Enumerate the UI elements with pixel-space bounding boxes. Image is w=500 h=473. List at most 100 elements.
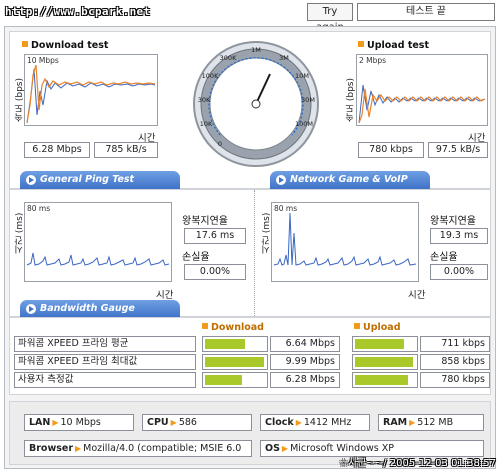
download-bar-fill [205,339,245,349]
orange-square-icon [358,41,364,47]
arrow-right-icon: ▶ [75,444,82,453]
download-bar-fill [205,357,265,367]
download-kbs-value: 785 kB/s [94,142,158,158]
arrow-right-icon: ▶ [52,418,59,427]
upload-bar-track [352,372,418,388]
orange-square-icon [202,323,208,329]
play-icon [26,304,36,314]
cpu-value: 586 [178,417,197,428]
ping-loss-value: 0.00% [184,264,246,280]
ping-latency-label: 왕복지연율 [182,216,228,227]
upload-bar-value: 858 kbps [420,354,490,370]
game-graph-line [273,212,417,266]
cpu-info: CPU ▶ 586 [142,414,252,431]
gauge-tick-10k: 10K [200,120,213,128]
play-icon [276,175,286,185]
bandwidth-upload-header: Upload [354,322,401,333]
section-divider [254,190,255,318]
speed-gauge: 0 10K 30K 100K 300K 1M 3M 10M 30M 100M [193,41,319,167]
tab-network-game[interactable]: Network Game & VoIP Test [270,171,430,203]
test-end-button[interactable]: 테스트 끝 [357,3,495,21]
game-xlabel: 시간 [408,290,426,301]
download-bar-track [202,336,268,352]
upload-title: Upload test [367,40,429,51]
download-bar-value: 6.28 Mbps [270,372,340,388]
upload-line-blue [358,84,486,124]
download-bar-fill [205,375,243,385]
clock-value: 1412 MHz [303,417,352,428]
gauge-tick-100k: 100K [202,72,219,80]
game-loss-label: 손실율 [430,252,458,263]
try-again-button[interactable]: Try again [307,3,353,33]
os-label: OS [265,443,280,454]
bandwidth-panel: Download Upload 파워콤 XPEED 프라임 평균 6.64 Mb… [9,317,491,395]
ram-value: 512 MB [417,417,454,428]
gauge-tick-30m: 30M [301,96,315,104]
download-bar-value: 9.99 Mbps [270,354,340,370]
download-title: Download test [31,40,109,51]
tab-general-ping-label: General Ping Test [40,174,135,185]
orange-square-icon [354,323,360,329]
site-url: http://www.bcpark.net [5,5,151,18]
gauge-tick-10m: 10M [295,72,309,80]
speed-test-frame: Download test 속도 (bps) 10 Mbps 시간 6.28 M… [4,26,496,469]
arrow-right-icon: ▶ [409,418,416,427]
lan-value: 10 Mbps [60,417,101,428]
gauge-tick-30k: 30K [198,96,211,104]
bandwidth-row-user: 사용자 측정값 6.28 Mbps 780 kbps [14,372,496,388]
ping-xlabel: 시간 [156,290,174,301]
game-loss-value: 0.00% [430,264,488,280]
capture-timestamp: ☆사군~~/ 2005-12-03 01:38:57 [339,458,496,469]
ram-label: RAM [383,417,408,428]
game-latency-value: 19.3 ms [430,228,488,244]
upload-graph: 2 Mbps [356,54,488,126]
gauge-tick-100m: 100M [295,120,313,128]
tab-general-ping[interactable]: General Ping Test [20,171,180,189]
download-bar-value: 6.64 Mbps [270,336,340,352]
clock-label: Clock [265,417,294,428]
bandwidth-row-name: 파워콤 XPEED 프라임 평균 [14,336,196,352]
os-value: Microsoft Windows XP [290,443,394,454]
ping-graph: 80 ms [24,202,172,282]
game-latency-label: 왕복지연율 [430,216,476,227]
download-bar-track [202,354,268,370]
ping-panel: 시간 (ms) 80 ms 시간 왕복지연율 17.6 ms 손실율 0.00%… [9,189,491,318]
game-graph: 80 ms [271,202,419,282]
browser-label: Browser [29,443,74,454]
bandwidth-row-name: 파워콤 XPEED 프라임 최대값 [14,354,196,370]
arrow-right-icon: ▶ [281,444,289,453]
gauge-tick-0: 0 [218,140,222,148]
upload-bar-fill [355,357,414,367]
lan-info: LAN ▶ 10 Mbps [24,414,134,431]
arrow-right-icon: ▶ [295,418,302,427]
ping-graph-line [26,252,170,266]
download-legend: Download test [22,40,108,51]
download-graph: 10 Mbps [24,54,158,126]
download-graph-lines [26,64,156,124]
upload-bar-value: 780 kbps [420,372,490,388]
speed-panel: Download test 속도 (bps) 10 Mbps 시간 6.28 M… [9,31,491,203]
download-line-blue [26,68,156,124]
ping-loss-label: 손실율 [182,252,210,263]
top-bar: http://www.bcpark.net Try again 테스트 끝 [0,0,500,33]
bandwidth-row-max: 파워콤 XPEED 프라임 최대값 9.99 Mbps 858 kbps [14,354,496,370]
upload-line-orange [358,88,486,124]
upload-bar-value: 711 kbps [420,336,490,352]
arrow-right-icon: ▶ [170,418,177,427]
download-mbps-value: 6.28 Mbps [24,142,90,158]
ping-latency-value: 17.6 ms [184,228,246,244]
clock-info: Clock ▶ 1412 MHz [260,414,370,431]
tab-bandwidth-label: Bandwidth Gauge [40,303,135,314]
bandwidth-row-avg: 파워콤 XPEED 프라임 평균 6.64 Mbps 711 kbps [14,336,496,352]
browser-info: Browser ▶ Mozilla/4.0 (compatible; MSIE 6.… [24,440,252,457]
bandwidth-download-header: Download [202,322,264,333]
gauge-tick-300k: 300K [220,54,237,62]
orange-square-icon [22,41,28,47]
upload-kbs-value: 97.5 kB/s [428,142,488,158]
play-icon [26,175,36,185]
download-line-orange [26,64,156,124]
upload-legend: Upload test [358,40,429,51]
upload-bar-fill [355,339,404,349]
gauge-tick-1m: 1M [251,46,261,54]
tab-bandwidth-gauge[interactable]: Bandwidth Gauge [20,300,180,318]
